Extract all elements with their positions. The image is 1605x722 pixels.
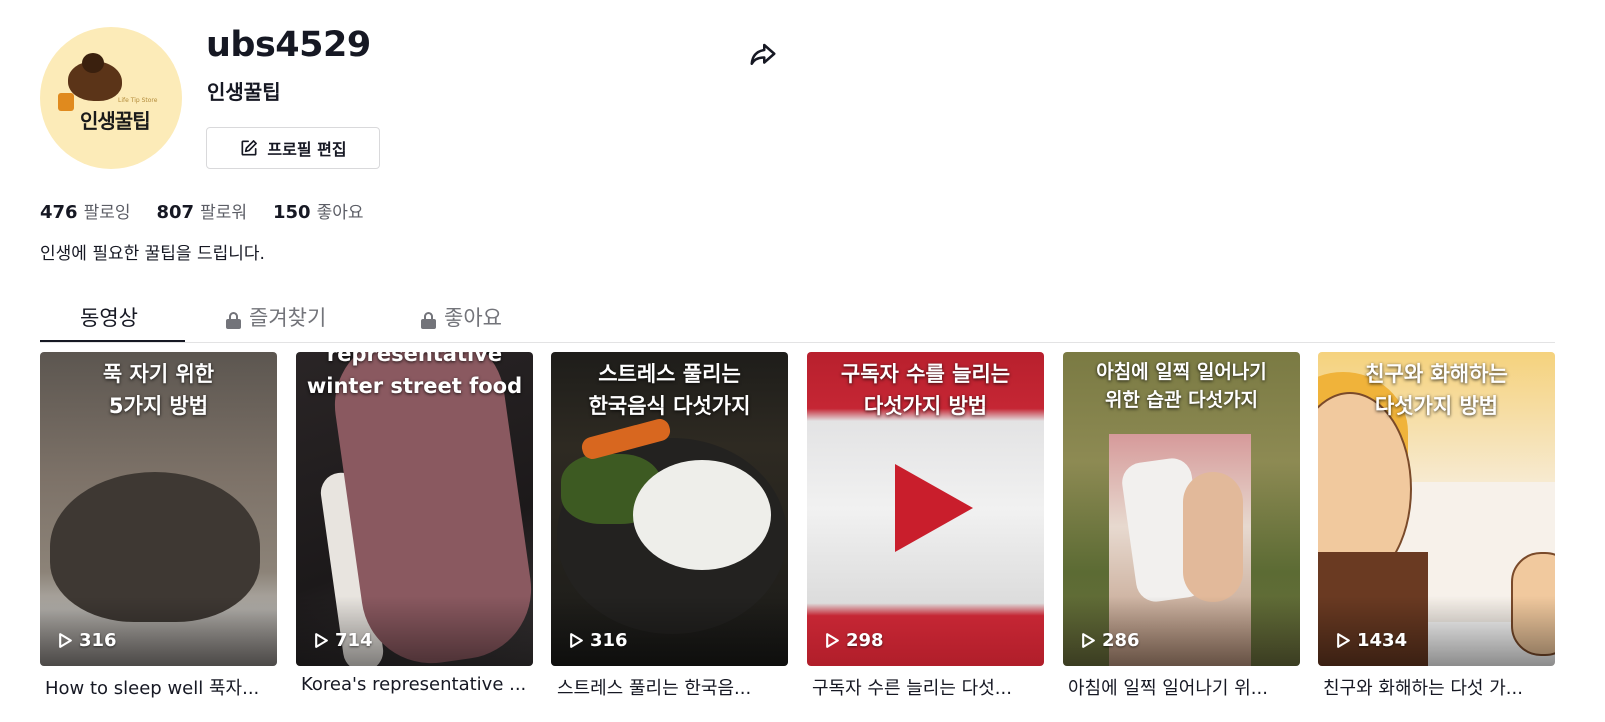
play-count-value: 298 xyxy=(846,630,884,651)
rice-bowl-thumbnail xyxy=(633,460,771,570)
profile-bio: 인생에 필요한 꿀팁을 드립니다. xyxy=(40,244,265,264)
play-count-value: 316 xyxy=(79,630,117,651)
video-title[interactable]: 구독자 수른 늘리는 다섯... xyxy=(812,674,1044,700)
username: ubs4529 xyxy=(206,25,371,65)
video-overlay-text: 푹 자기 위한 5가지 방법 xyxy=(102,362,215,418)
following-value: 476 xyxy=(40,202,78,223)
play-count: 286 xyxy=(1081,630,1140,651)
following-count[interactable]: 476 팔로잉 xyxy=(40,198,131,223)
tab-videos[interactable]: 동영상 xyxy=(80,292,138,342)
profile-stats: 476 팔로잉 807 팔로워 150 좋아요 xyxy=(40,198,364,223)
play-count-value: 286 xyxy=(1102,630,1140,651)
followers-label: 팔로워 xyxy=(200,203,247,223)
tab-liked[interactable]: 좋아요 xyxy=(421,292,502,342)
video-card[interactable]: 푹 자기 위한 5가지 방법 316 xyxy=(40,352,277,666)
tab-favorites[interactable]: 즐겨찾기 xyxy=(226,292,326,342)
lock-icon xyxy=(421,311,436,329)
play-icon xyxy=(1082,633,1095,648)
play-icon xyxy=(570,633,583,648)
nickname: 인생꿀팁 xyxy=(207,80,281,104)
video-card[interactable]: 친구와 화해하는 다섯가지 방법 1434 xyxy=(1318,352,1555,666)
share-icon[interactable] xyxy=(748,40,778,70)
play-count: 1434 xyxy=(1336,630,1407,651)
video-overlay-text: 구독자 수를 늘리는 다섯가지 방법 xyxy=(840,362,1011,418)
video-overlay-text: representative winter street food xyxy=(306,352,523,398)
bag-logo-image xyxy=(58,93,74,111)
video-card[interactable]: representative winter street food 714 xyxy=(296,352,533,666)
video-card[interactable]: 아침에 일찍 일어나기 위한 습관 다섯가지 286 xyxy=(1063,352,1300,666)
profile-tabs: 동영상 즐겨찾기 좋아요 xyxy=(40,292,1555,343)
sleeping-woman-thumbnail xyxy=(1183,472,1243,602)
video-card[interactable]: 구독자 수를 늘리는 다섯가지 방법 298 xyxy=(807,352,1044,666)
avatar-subtext: Life Tip Store xyxy=(118,97,158,104)
likes-count: 150 좋아요 xyxy=(273,198,364,223)
video-overlay-text: 아침에 일찍 일어나기 위한 습관 다섯가지 xyxy=(1096,361,1267,411)
tab-videos-label: 동영상 xyxy=(80,306,138,330)
likes-value: 150 xyxy=(273,202,311,223)
likes-label: 좋아요 xyxy=(316,203,364,223)
dog-logo-image xyxy=(68,53,122,101)
video-overlay-text: 친구와 화해하는 다섯가지 방법 xyxy=(1365,362,1508,418)
video-title[interactable]: Korea's representative ... xyxy=(301,674,533,695)
video-title[interactable]: 스트레스 풀리는 한국음... xyxy=(557,674,789,700)
play-count-value: 316 xyxy=(590,630,628,651)
play-icon xyxy=(826,633,839,648)
avatar[interactable]: Life Tip Store 인생꿀팁 xyxy=(40,27,182,169)
play-icon xyxy=(59,633,72,648)
video-overlay-text: 스트레스 풀리는 한국음식 다섯가지 xyxy=(588,362,751,418)
edit-icon xyxy=(241,140,258,156)
video-title[interactable]: 친구와 화해하는 다섯 가... xyxy=(1323,674,1555,700)
active-tab-underline xyxy=(40,340,185,342)
play-icon xyxy=(315,633,328,648)
avatar-logo-text: 인생꿀팁 xyxy=(80,109,151,133)
youtube-play-thumbnail xyxy=(895,464,973,552)
tab-liked-label: 좋아요 xyxy=(444,306,502,330)
play-count: 316 xyxy=(569,630,628,651)
play-count-value: 1434 xyxy=(1357,630,1408,651)
edit-profile-button[interactable]: 프로필 편집 xyxy=(206,127,380,169)
play-count: 298 xyxy=(825,630,884,651)
lock-icon xyxy=(226,311,241,329)
play-count-value: 714 xyxy=(335,630,373,651)
video-title[interactable]: 아침에 일찍 일어나기 위... xyxy=(1068,674,1300,700)
play-icon xyxy=(1337,633,1350,648)
tab-favorites-label: 즐겨찾기 xyxy=(249,306,327,330)
video-card[interactable]: 스트레스 풀리는 한국음식 다섯가지 316 xyxy=(551,352,788,666)
play-count: 316 xyxy=(58,630,117,651)
play-count: 714 xyxy=(314,630,373,651)
following-label: 팔로잉 xyxy=(83,203,131,223)
followers-value: 807 xyxy=(156,202,195,223)
followers-count[interactable]: 807 팔로워 xyxy=(157,198,248,223)
video-title[interactable]: How to sleep well 푹자... xyxy=(45,674,277,700)
edit-profile-label: 프로필 편집 xyxy=(267,140,347,159)
